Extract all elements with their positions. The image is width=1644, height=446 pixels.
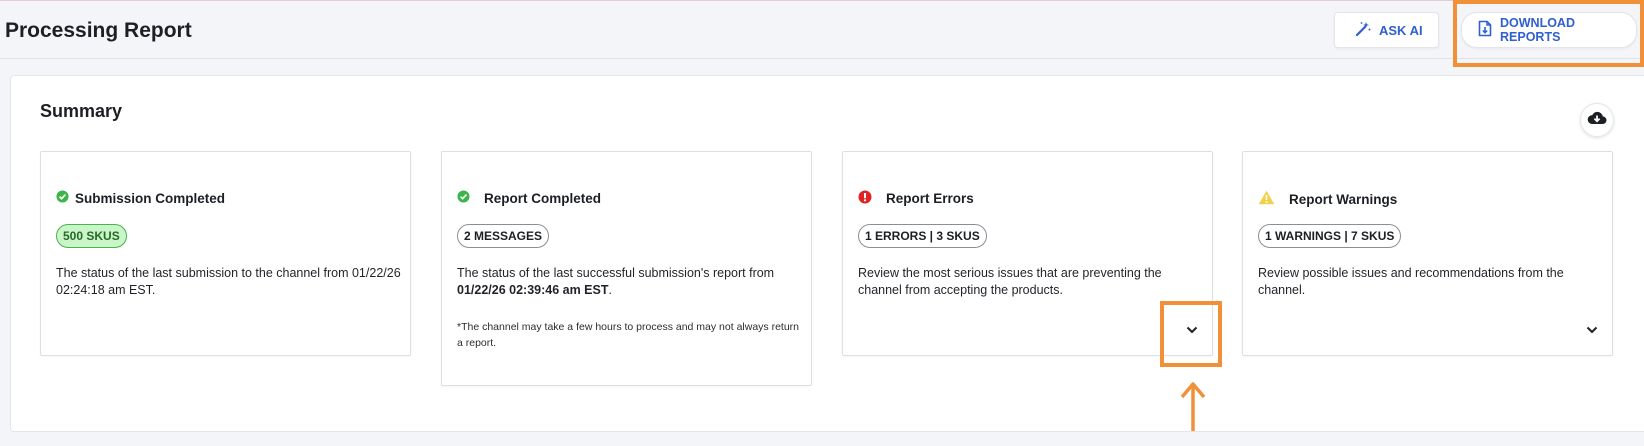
ask-ai-label: ASK AI bbox=[1379, 22, 1423, 38]
report-warnings-card: Report Warnings 1 WARNINGS | 7 SKUS Revi… bbox=[1242, 151, 1613, 356]
report-completed-card: Report Completed 2 MESSAGES The status o… bbox=[441, 151, 812, 386]
card-title: Report Errors bbox=[886, 191, 974, 206]
chevron-down-icon bbox=[1586, 321, 1598, 339]
check-circle-icon bbox=[457, 190, 470, 206]
card-header: Submission Completed bbox=[56, 190, 225, 206]
warnings-badge: 1 WARNINGS | 7 SKUS bbox=[1258, 224, 1402, 248]
sku-count-badge: 500 SKUS bbox=[56, 224, 127, 248]
errors-badge: 1 ERRORS | 3 SKUS bbox=[858, 224, 987, 248]
card-title: Report Completed bbox=[484, 190, 602, 206]
highlight-box-download bbox=[1453, 0, 1644, 67]
card-description: Review possible issues and recommendatio… bbox=[1258, 266, 1564, 297]
check-circle-icon bbox=[56, 190, 69, 206]
exclamation-circle-icon bbox=[858, 190, 872, 207]
card-description: Review the most serious issues that are … bbox=[858, 266, 1162, 297]
report-errors-card: Report Errors 1 ERRORS | 3 SKUS Review t… bbox=[842, 151, 1213, 356]
expand-warnings-button[interactable] bbox=[1583, 321, 1601, 339]
warning-triangle-icon bbox=[1258, 190, 1275, 208]
description-suffix: . bbox=[608, 283, 612, 297]
card-title: Report Warnings bbox=[1289, 191, 1398, 207]
cloud-download-icon bbox=[1587, 110, 1607, 131]
magic-wand-icon bbox=[1355, 21, 1371, 40]
report-timestamp: 01/22/26 02:39:46 am EST bbox=[457, 283, 609, 297]
arrow-up-icon bbox=[1180, 382, 1206, 431]
messages-badge: 2 MESSAGES bbox=[457, 224, 550, 248]
submission-completed-card: Submission Completed 500 SKUS The status… bbox=[40, 151, 411, 356]
card-title: Submission Completed bbox=[75, 190, 226, 206]
card-header: Report Completed bbox=[457, 190, 601, 206]
card-note: *The channel may take a few hours to pro… bbox=[457, 321, 800, 349]
card-header: Report Errors bbox=[858, 190, 974, 207]
summary-title: Summary bbox=[40, 101, 123, 121]
card-header: Report Warnings bbox=[1258, 190, 1397, 208]
card-description: The status of the last successful submis… bbox=[457, 265, 802, 299]
ask-ai-button[interactable]: ASK AI bbox=[1334, 12, 1439, 48]
card-description: The status of the last submission to the… bbox=[56, 266, 401, 297]
page-title: Processing Report bbox=[5, 19, 192, 42]
cloud-download-button[interactable] bbox=[1580, 103, 1614, 137]
highlight-box-chevron bbox=[1160, 301, 1222, 367]
page-header: Processing Report ASK AI DOWNLOAD REPORT… bbox=[0, 1, 1644, 59]
description-text: The status of the last successful submis… bbox=[457, 266, 775, 280]
